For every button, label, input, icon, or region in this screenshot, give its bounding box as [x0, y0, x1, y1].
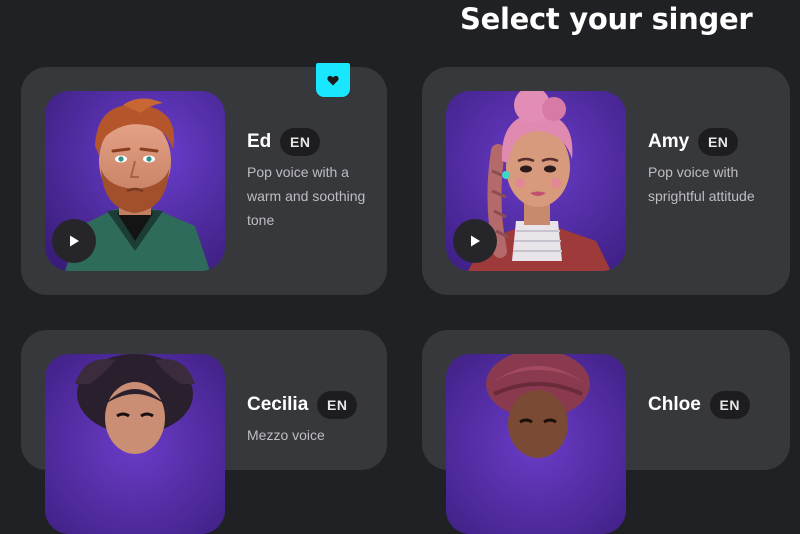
singer-avatar-ed [45, 91, 225, 271]
singer-description: Mezzo voice [247, 427, 325, 443]
play-icon [70, 235, 79, 247]
language-badge: EN [698, 128, 739, 156]
singer-avatar-amy [446, 91, 626, 271]
singer-name: Cecilia [247, 394, 309, 415]
singer-name: Amy [648, 131, 690, 152]
singer-description: Pop voice with sprightful attitude [648, 164, 755, 204]
singer-card-ed[interactable]: Ed EN Pop voice with a warm and soothing… [21, 67, 387, 295]
singer-info-amy: Amy EN Pop voice with sprightful attitud… [648, 127, 783, 208]
singer-description: Pop voice with a warm and soothing tone [247, 164, 366, 228]
singer-card-amy[interactable]: Amy EN Pop voice with sprightful attitud… [422, 67, 790, 295]
singer-avatar-cecilia [45, 354, 225, 534]
singer-info-chloe: Chloe EN [648, 390, 783, 423]
language-badge: EN [280, 128, 321, 156]
play-button-ed[interactable] [52, 219, 96, 263]
play-button-amy[interactable] [453, 219, 497, 263]
singer-name: Chloe [648, 394, 701, 415]
play-icon [471, 235, 480, 247]
page-title: Select your singer [460, 2, 753, 36]
singer-info-cecilia: Cecilia EN Mezzo voice [247, 390, 382, 447]
language-badge: EN [709, 391, 750, 419]
singer-card-cecilia[interactable]: Cecilia EN Mezzo voice [21, 330, 387, 534]
favorite-badge[interactable] [316, 63, 350, 97]
singer-name: Ed [247, 131, 272, 152]
singer-avatar-chloe [446, 354, 626, 534]
singer-card-chloe[interactable]: Chloe EN [422, 330, 790, 534]
singer-info-ed: Ed EN Pop voice with a warm and soothing… [247, 127, 382, 232]
language-badge: EN [317, 391, 358, 419]
heart-icon [327, 75, 339, 85]
